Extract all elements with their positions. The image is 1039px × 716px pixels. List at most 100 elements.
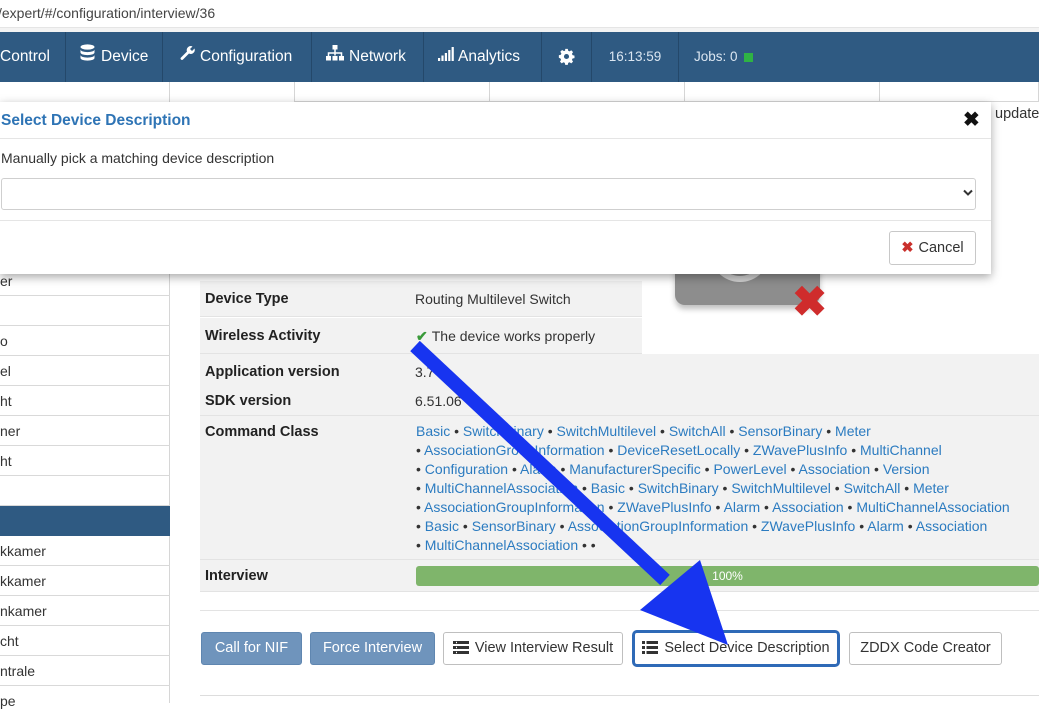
command-class-link[interactable]: ManufacturerSpecific [569, 461, 701, 477]
sidebar-item[interactable] [0, 476, 170, 506]
zddx-code-creator-button[interactable]: ZDDX Code Creator [849, 632, 1002, 665]
sidebar-item[interactable]: ht [0, 386, 170, 416]
clock: 16:13:59 [592, 32, 679, 82]
command-class-link[interactable]: SensorBinary [472, 518, 556, 534]
sidebar-item[interactable]: el [0, 356, 170, 386]
nav-network-label: Network [349, 48, 406, 66]
nav-network[interactable]: Network [312, 32, 424, 82]
gear-icon [558, 48, 575, 66]
command-class-link[interactable]: Basic [416, 423, 450, 439]
modal-divider [0, 138, 991, 139]
bullet: • [843, 499, 857, 515]
command-class-link[interactable]: Version [883, 461, 930, 477]
row-wireless: Wireless Activity ✔ The device works prop… [200, 318, 642, 354]
command-class-link[interactable]: Alarm [520, 461, 557, 477]
command-class-link[interactable]: SwitchBinary [638, 480, 719, 496]
modal-divider [0, 220, 991, 221]
chevron-down-icon [963, 186, 973, 200]
sidebar-item[interactable]: pe [0, 686, 170, 716]
nav-control[interactable]: Control [0, 32, 66, 82]
interview-label: Interview [205, 568, 268, 584]
command-class-link[interactable]: AssociationGroupInformation [568, 518, 749, 534]
command-class-line: • MultiChannelAssociation • • [416, 536, 596, 555]
call-nif-button[interactable]: Call for NIF [201, 632, 302, 665]
nav-analytics[interactable]: Analytics [424, 32, 542, 82]
tab-3[interactable] [489, 82, 685, 102]
list-icon [452, 635, 469, 666]
view-interview-result-button[interactable]: View Interview Result [443, 632, 623, 665]
command-class-link[interactable]: MultiChannelAssociation [856, 499, 1009, 515]
command-class-line: Basic • SwitchBinary • SwitchMultilevel … [416, 422, 871, 441]
command-class-link[interactable]: SwitchMultilevel [731, 480, 831, 496]
bullet: • [543, 423, 557, 439]
command-class-link[interactable]: SwitchBinary [463, 423, 544, 439]
sdk-label: SDK version [205, 393, 292, 409]
sidebar-item[interactable]: kkamer [0, 566, 170, 596]
command-class-link[interactable]: SwitchMultilevel [557, 423, 657, 439]
nav-device[interactable]: Device [66, 32, 163, 82]
sidebar-item[interactable]: kkamer [0, 536, 170, 566]
sidebar-item[interactable] [0, 296, 170, 326]
command-class-link[interactable]: Basic [591, 480, 625, 496]
sidebar-item-active[interactable] [0, 506, 170, 536]
command-class-link[interactable]: SwitchAll [844, 480, 901, 496]
sidebar-item[interactable]: o [0, 326, 170, 356]
sidebar-item[interactable]: ner [0, 416, 170, 446]
tab-2[interactable] [294, 82, 490, 102]
sidebar-item-label: el [0, 363, 11, 379]
device-description-select[interactable] [1, 178, 976, 210]
jobs-status[interactable]: Jobs: 0 [679, 32, 789, 82]
bullet: • [822, 423, 836, 439]
command-class-link[interactable]: Configuration [425, 461, 508, 477]
command-class-link[interactable]: DeviceResetLocally [617, 442, 740, 458]
database-icon [80, 32, 95, 82]
command-class-link[interactable]: Association [799, 461, 871, 477]
nav-settings[interactable] [542, 32, 592, 82]
command-class-link[interactable]: MultiChannelAssociation [425, 537, 578, 553]
select-device-description-button[interactable]: Select Device Description [634, 632, 838, 665]
command-class-link[interactable]: MultiChannel [860, 442, 942, 458]
bullet: • [590, 537, 596, 553]
cancel-button[interactable]: ✖ Cancel [889, 231, 976, 265]
view-interview-result-label: View Interview Result [474, 640, 614, 656]
sidebar-item[interactable]: cht [0, 626, 170, 656]
sidebar-item[interactable]: ht [0, 446, 170, 476]
tab-5[interactable] [879, 82, 1039, 102]
command-class-link[interactable]: MultiChannelAssociation [425, 480, 578, 496]
bullet: • [786, 461, 799, 477]
sidebar-item-label: kkamer [0, 543, 46, 559]
bullet: • [416, 461, 425, 477]
address-bar[interactable]: /expert/#/configuration/interview/36 [0, 0, 1039, 28]
command-class-link[interactable]: Meter [913, 480, 949, 496]
command-class-link[interactable]: Alarm [724, 499, 761, 515]
command-class-link[interactable]: AssociationGroupInformation [424, 499, 605, 515]
wrench-icon [180, 32, 196, 82]
bullet: • [450, 423, 463, 439]
command-class-link[interactable]: AssociationGroupInformation [424, 442, 605, 458]
bullet: • [556, 461, 570, 477]
command-class-link[interactable]: Association [916, 518, 988, 534]
sidebar-item[interactable]: nkamer [0, 596, 170, 626]
command-class-link[interactable]: Basic [425, 518, 459, 534]
command-class-link[interactable]: SensorBinary [738, 423, 822, 439]
command-class-link[interactable]: Alarm [867, 518, 904, 534]
bullet: • [830, 480, 844, 496]
nav-configuration[interactable]: Configuration [163, 32, 312, 82]
command-class-link[interactable]: Association [772, 499, 844, 515]
nav-analytics-label: Analytics [458, 48, 521, 66]
command-class-line: • Basic • SensorBinary • AssociationGrou… [416, 517, 987, 536]
close-icon[interactable]: ✖ [963, 106, 980, 134]
command-class-link[interactable]: ZWavePlusInfo [617, 499, 711, 515]
bullet: • [416, 518, 425, 534]
modal-title: Select Device Description [1, 112, 191, 129]
command-class-link[interactable]: ZWavePlusInfo [753, 442, 847, 458]
command-class-link[interactable]: PowerLevel [713, 461, 786, 477]
tab-4[interactable] [684, 82, 880, 102]
command-class-link[interactable]: Meter [835, 423, 871, 439]
sidebar-item[interactable]: ntrale [0, 656, 170, 686]
command-class-link[interactable]: SwitchAll [669, 423, 726, 439]
force-interview-button[interactable]: Force Interview [310, 632, 435, 665]
command-class-link[interactable]: ZWavePlusInfo [761, 518, 855, 534]
sidebar-item-label: pe [0, 693, 16, 709]
select-device-description-label: Select Device Description [664, 640, 830, 656]
